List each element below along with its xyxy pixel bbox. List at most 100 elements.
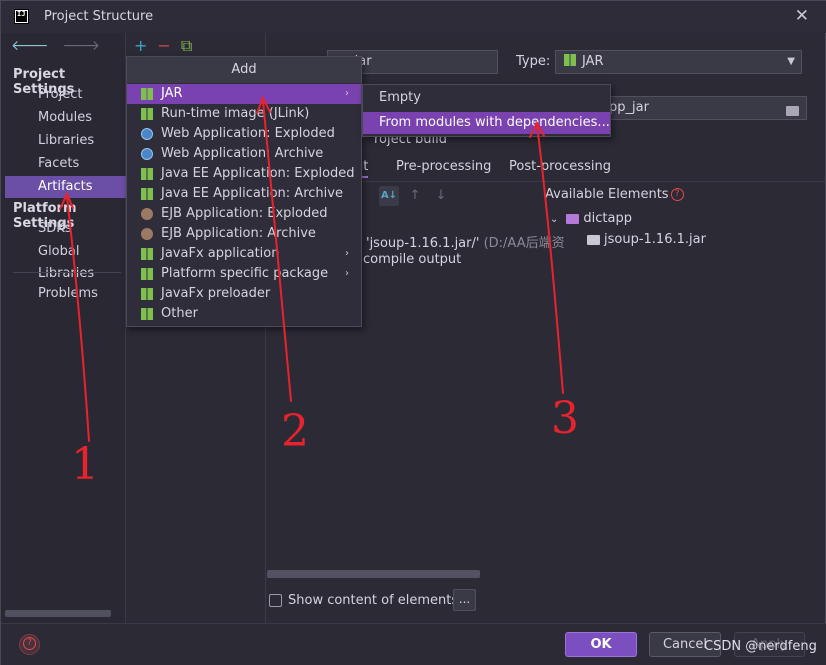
menu-item-label: Web Application: Archive (161, 146, 324, 161)
remove-icon[interactable]: − (157, 36, 170, 55)
menu-item-web-exploded[interactable]: Web Application: Exploded (127, 124, 361, 144)
tree-node-dictapp[interactable]: ⌄ dictapp (550, 211, 632, 226)
sidebar-item-global-libraries[interactable]: Global Libraries (5, 241, 126, 281)
jar-submenu: Empty From modules with dependencies... (362, 84, 611, 137)
web-icon (141, 128, 153, 140)
sidebar-item-problems[interactable]: Problems (5, 283, 126, 305)
add-artifact-menu: Add JAR › Run-time image (JLink) Web Appl… (126, 56, 362, 327)
output-row-jsoup[interactable]: 'jsoup-1.16.1.jar/' (D:/AA后端资 (366, 232, 565, 251)
menu-item-runtime-image[interactable]: Run-time image (JLink) (127, 104, 361, 124)
menu-item-other[interactable]: Other (127, 304, 361, 324)
project-structure-dialog: IJ Project Structure ✕ 🡐 🡒 Project Settin… (0, 0, 826, 665)
menu-item-label: Java EE Application: Archive (161, 186, 343, 201)
window-title: Project Structure (44, 9, 154, 24)
submenu-item-from-modules[interactable]: From modules with dependencies... (363, 112, 610, 134)
menu-item-javaee-exploded[interactable]: Java EE Application: Exploded (127, 164, 361, 184)
menu-item-ejb-archive[interactable]: EJB Application: Archive (127, 224, 361, 244)
menu-item-label: Run-time image (JLink) (161, 106, 310, 121)
jar-icon (141, 108, 153, 120)
menu-item-label: Java EE Application: Exploded (161, 166, 355, 181)
output-directory-field[interactable]: pp_jar (602, 96, 807, 120)
add-menu-header: Add (127, 57, 361, 83)
type-select-value: JAR (582, 54, 604, 69)
show-content-checkbox-row[interactable]: Show content of elements (269, 593, 458, 608)
jar-icon (141, 268, 153, 280)
tab-pre-processing[interactable]: Pre-processing (396, 159, 491, 174)
menu-item-javafx-preloader[interactable]: JavaFx preloader (127, 284, 361, 304)
output-horizontal-scrollbar[interactable] (267, 570, 480, 578)
folder-icon[interactable] (786, 100, 802, 116)
intellij-icon: IJ (14, 9, 29, 24)
menu-item-ejb-exploded[interactable]: EJB Application: Exploded (127, 204, 361, 224)
help-icon[interactable]: ? (670, 188, 684, 201)
artifact-toolbar: + − ⧉ (134, 36, 202, 56)
chevron-down-icon: ▼ (787, 56, 795, 67)
jar-icon (141, 308, 153, 320)
title-bar: IJ Project Structure ✕ (1, 1, 826, 33)
jar-icon (141, 248, 153, 260)
jar-icon (141, 168, 153, 180)
web-icon (141, 148, 153, 160)
menu-item-javaee-archive[interactable]: Java EE Application: Archive (127, 184, 361, 204)
menu-item-label: Web Application: Exploded (161, 126, 335, 141)
menu-item-platform-package[interactable]: Platform specific package › (127, 264, 361, 284)
ejb-icon (141, 208, 153, 220)
copy-icon[interactable]: ⧉ (181, 36, 192, 55)
output-directory-value: pp_jar (609, 100, 649, 115)
dialog-footer: ? OK Cancel Apply (1, 623, 826, 665)
output-row-compile-output[interactable]: compile output (363, 252, 461, 267)
sidebar-scrollbar[interactable] (5, 610, 111, 617)
submenu-item-empty[interactable]: Empty (363, 87, 610, 109)
menu-item-jar[interactable]: JAR › (127, 84, 361, 104)
sidebar-divider (13, 272, 121, 273)
sidebar-item-project[interactable]: Project (5, 84, 126, 106)
menu-item-label: Other (161, 306, 198, 321)
menu-item-label: EJB Application: Exploded (161, 206, 328, 221)
jar-icon (141, 88, 153, 100)
forward-arrow-icon[interactable]: 🡒 (63, 38, 101, 54)
sort-az-icon[interactable]: A↓ (379, 186, 399, 206)
back-arrow-icon[interactable]: 🡐 (11, 38, 49, 54)
ok-button[interactable]: OK (565, 632, 637, 657)
menu-item-label: JavaFx application (161, 246, 280, 261)
tree-node-jsoup-label: jsoup-1.16.1.jar (604, 232, 706, 247)
sidebar-item-sdks[interactable]: SDKs (5, 218, 126, 240)
sidebar-item-artifacts[interactable]: Artifacts (5, 176, 126, 198)
menu-item-label: EJB Application: Archive (161, 226, 316, 241)
type-select[interactable]: JAR ▼ (555, 50, 802, 74)
help-icon: ? (23, 637, 36, 650)
watermark: CSDN @nerdfeng (704, 639, 817, 654)
available-elements-header: Available Elements? (545, 187, 684, 202)
ejb-icon (141, 228, 153, 240)
sidebar-item-facets[interactable]: Facets (5, 153, 126, 175)
available-elements-label: Available Elements (545, 187, 669, 202)
menu-item-web-archive[interactable]: Web Application: Archive (127, 144, 361, 164)
settings-sidebar: 🡐 🡒 Project Settings Project Modules Libr… (1, 33, 126, 623)
chevron-down-icon[interactable]: ⌄ (550, 214, 558, 225)
submenu-arrow-icon: › (345, 248, 349, 259)
tree-node-jsoup-jar[interactable]: jsoup-1.16.1.jar (587, 232, 706, 247)
menu-item-jar-label: JAR (161, 86, 183, 101)
sidebar-item-libraries[interactable]: Libraries (5, 130, 126, 152)
sidebar-item-modules[interactable]: Modules (5, 107, 126, 129)
menu-item-javafx-application[interactable]: JavaFx application › (127, 244, 361, 264)
menu-item-label: Platform specific package (161, 266, 329, 281)
add-icon[interactable]: + (134, 36, 147, 55)
show-content-options-button[interactable]: ... (453, 589, 476, 611)
submenu-arrow-icon: › (345, 268, 349, 279)
help-button[interactable]: ? (19, 634, 40, 655)
nav-arrows: 🡐 🡒 (11, 37, 114, 54)
output-row-jsoup-name: 'jsoup-1.16.1.jar/' (366, 236, 480, 251)
close-icon[interactable]: ✕ (795, 6, 809, 26)
move-up-icon[interactable]: ↑ (405, 186, 425, 206)
menu-item-label: JavaFx preloader (161, 286, 271, 301)
tree-node-dictapp-label: dictapp (583, 211, 632, 226)
show-content-checkbox[interactable] (269, 594, 282, 607)
folder-icon (587, 234, 600, 245)
tab-post-processing[interactable]: Post-processing (509, 159, 611, 174)
jar-icon (564, 54, 576, 66)
move-down-icon[interactable]: ↓ (431, 186, 451, 206)
jar-icon (141, 188, 153, 200)
module-folder-icon (566, 213, 580, 224)
type-label: Type: (516, 54, 551, 69)
